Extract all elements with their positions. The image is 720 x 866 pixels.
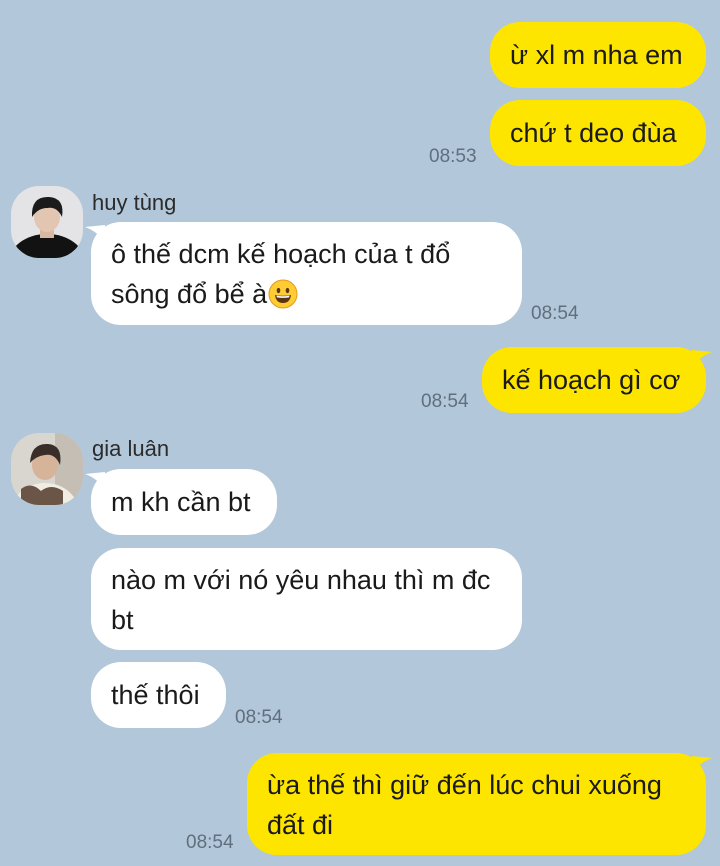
avatar-huy-tung[interactable] (11, 186, 83, 258)
message-text: nào m với nó yêu nhau thì m đc bt (111, 565, 491, 635)
outgoing-message[interactable]: kế hoạch gì cơ (482, 347, 706, 413)
message-text: chứ t deo đùa (510, 118, 677, 148)
outgoing-message[interactable]: ừ xl m nha em (490, 22, 706, 88)
sender-name: gia luân (92, 436, 170, 461)
message-timestamp: 08:54 (235, 707, 283, 728)
message-timestamp: 08:53 (429, 146, 477, 167)
grinning-face-emoji (268, 279, 298, 309)
incoming-message[interactable]: thế thôi (91, 662, 226, 728)
message-text: ừ xl m nha em (510, 40, 683, 70)
message-timestamp: 08:54 (531, 303, 579, 324)
sender-name: huy tùng (92, 190, 177, 215)
message-text: m kh cần bt (111, 487, 251, 517)
incoming-message[interactable]: ô thế dcm kế hoạch của t đổ sông đổ bể à (91, 222, 522, 325)
incoming-message[interactable]: nào m với nó yêu nhau thì m đc bt (91, 548, 522, 650)
chat-screen: { "messages": [ {"text": "ừ xl m nha em"… (0, 0, 720, 866)
avatar-gia-luan[interactable] (11, 433, 83, 505)
outgoing-message[interactable]: chứ t deo đùa (490, 100, 706, 166)
message-text: kế hoạch gì cơ (502, 365, 681, 395)
message-timestamp: 08:54 (421, 391, 469, 412)
message-text: thế thôi (111, 680, 200, 710)
message-timestamp: 08:54 (186, 832, 234, 853)
message-text: ừa thế thì giữ đến lúc chui xuống đất đi (267, 770, 662, 840)
outgoing-message[interactable]: ừa thế thì giữ đến lúc chui xuống đất đi (247, 753, 706, 855)
incoming-message[interactable]: m kh cần bt (91, 469, 277, 535)
